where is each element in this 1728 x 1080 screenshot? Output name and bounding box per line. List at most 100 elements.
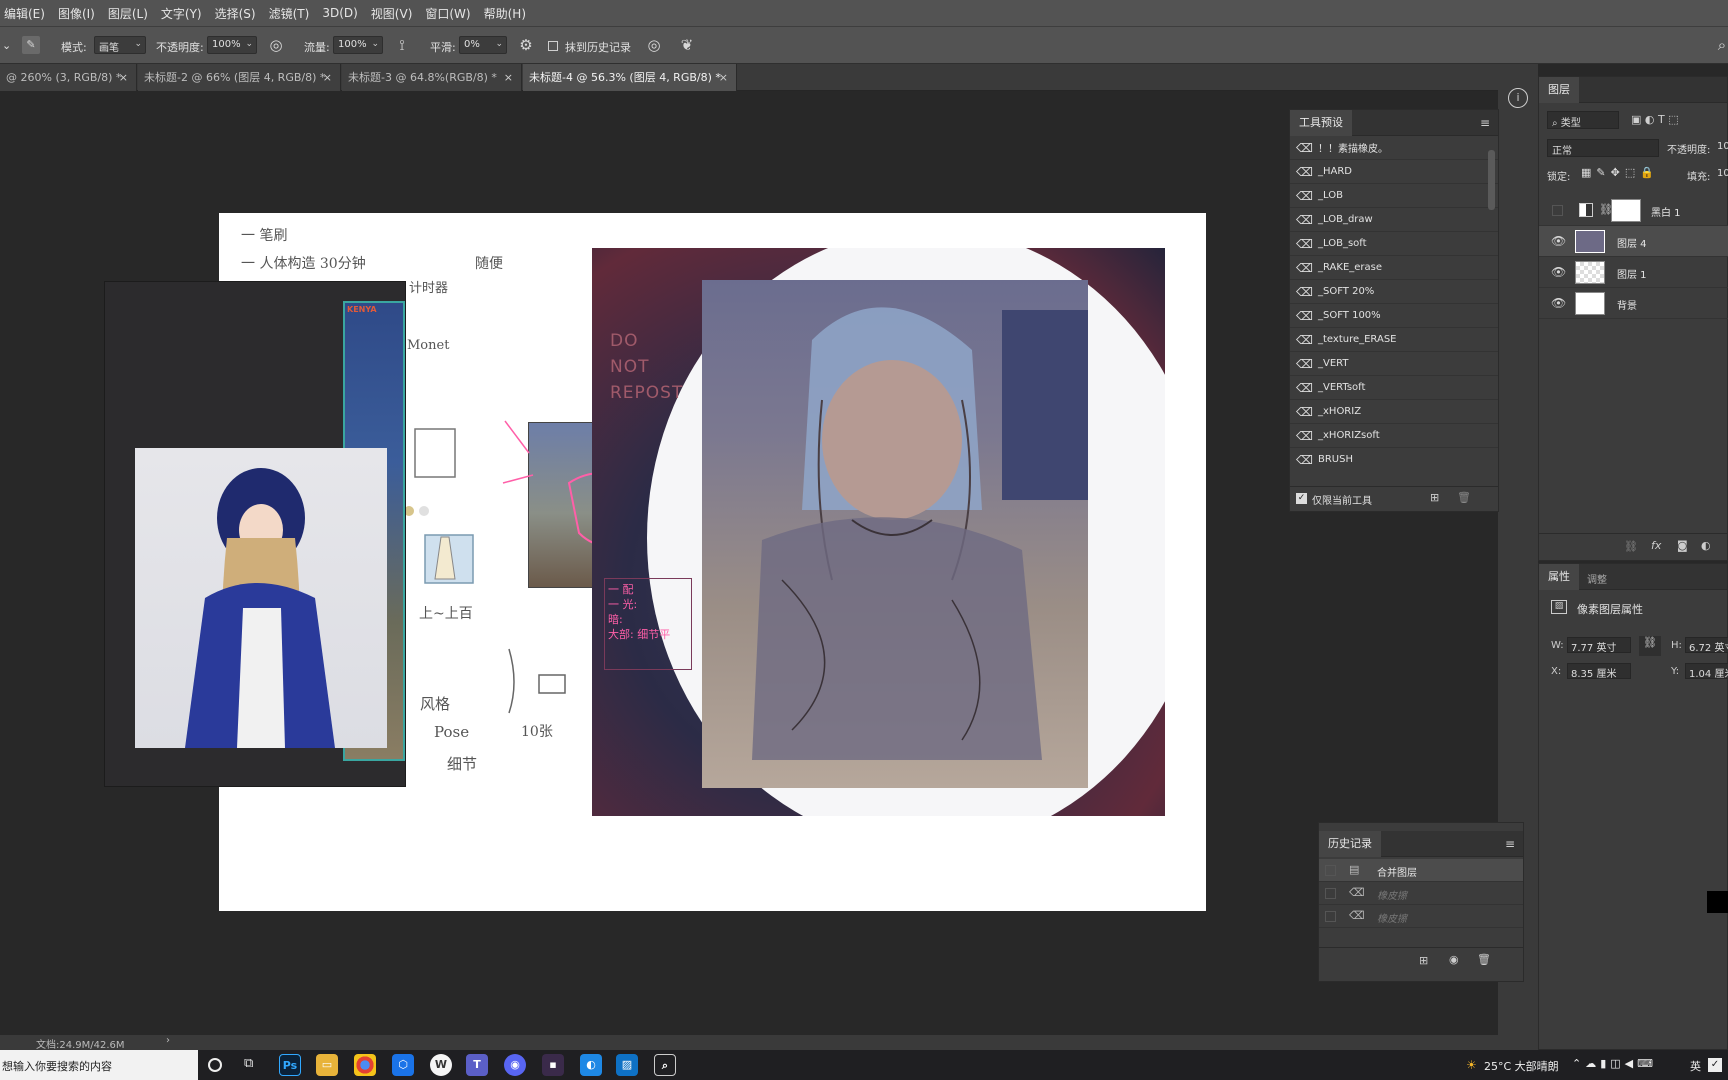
layer-row[interactable]: ⛓ 黑白 1: [1539, 195, 1728, 226]
search-icon[interactable]: ⌕: [1712, 35, 1728, 55]
history-checkbox[interactable]: [1325, 888, 1336, 899]
menu-window[interactable]: 窗口(W): [425, 5, 470, 22]
preset-item[interactable]: ⌫ _SOFT 100%: [1290, 304, 1498, 328]
close-icon[interactable]: ×: [719, 64, 728, 91]
camera-icon[interactable]: ◉: [1449, 953, 1459, 966]
menu-edit[interactable]: 编辑(E): [4, 5, 45, 22]
layer-row-selected[interactable]: 👁 图层 4: [1539, 226, 1728, 257]
mask-icon[interactable]: ◙: [1677, 539, 1688, 552]
menu-filter[interactable]: 滤镜(T): [269, 5, 310, 22]
pressure-size-icon[interactable]: ◎: [644, 35, 664, 55]
weather-text[interactable]: 25°C 大部晴朗: [1484, 1058, 1559, 1074]
trash-icon[interactable]: 🗑: [1457, 491, 1471, 504]
tab-doc-3[interactable]: 未标题-3 @ 64.8%(RGB/8) * ×: [342, 64, 522, 91]
preset-item[interactable]: ⌫ ！！素描橡皮。: [1290, 136, 1498, 160]
ime-indicator[interactable]: 英: [1690, 1058, 1701, 1074]
task-view-icon[interactable]: ⧉: [244, 1056, 253, 1071]
photoshop-icon[interactable]: Ps: [279, 1054, 301, 1076]
preset-item[interactable]: ⌫ _VERTsoft: [1290, 376, 1498, 400]
lock-icons[interactable]: ▦✎✥⬚🔒: [1581, 166, 1659, 179]
link-layers-icon[interactable]: ⛓: [1624, 540, 1638, 553]
app-search-icon[interactable]: ⌕: [654, 1054, 676, 1076]
opacity-input[interactable]: 100% ⌄: [207, 36, 257, 54]
layer-row[interactable]: 👁 图层 1: [1539, 257, 1728, 288]
x-input[interactable]: 8.35 厘米: [1567, 663, 1631, 680]
close-icon[interactable]: ×: [119, 64, 128, 91]
layer-filter-select[interactable]: ⌕ 类型: [1547, 111, 1619, 129]
close-icon[interactable]: ×: [504, 64, 513, 91]
adjustment-layer-icon[interactable]: ◐: [1701, 539, 1711, 552]
symmetry-icon[interactable]: ❦: [677, 35, 697, 55]
layer-row[interactable]: 👁 背景: [1539, 288, 1728, 319]
preset-item[interactable]: ⌫ _xHORIZ: [1290, 400, 1498, 424]
fill-value[interactable]: 10: [1717, 168, 1728, 179]
menu-image[interactable]: 图像(I): [58, 5, 95, 22]
notification-icon[interactable]: ✓: [1708, 1058, 1722, 1072]
smoothing-input[interactable]: 0% ⌄: [459, 36, 507, 54]
panel-menu-icon[interactable]: ≡: [1505, 837, 1515, 851]
eye-icon[interactable]: 👁: [1551, 296, 1566, 310]
menu-layer[interactable]: 图层(L): [108, 5, 148, 22]
tab-doc-2[interactable]: 未标题-2 @ 66% (图层 4, RGB/8) * ×: [138, 64, 341, 91]
menu-3d[interactable]: 3D(D): [322, 6, 357, 20]
layer-filter-icons[interactable]: ▣ ◐ T ⬚: [1631, 113, 1679, 126]
y-input[interactable]: 1.04 厘米: [1685, 663, 1728, 679]
flow-input[interactable]: 100% ⌄: [333, 36, 383, 54]
taskbar-search[interactable]: 想输入你要搜索的内容: [0, 1050, 198, 1080]
tab-doc-1[interactable]: @ 260% (3, RGB/8) * ×: [0, 64, 137, 91]
mode-select[interactable]: 画笔 ⌄: [94, 36, 146, 54]
gear-icon[interactable]: ⚙: [516, 35, 536, 55]
history-item[interactable]: ⌫ 橡皮擦: [1319, 882, 1523, 905]
close-icon[interactable]: ×: [323, 64, 332, 91]
app-icon[interactable]: ⬡: [392, 1054, 414, 1076]
preset-item[interactable]: ⌫ _texture_ERASE: [1290, 328, 1498, 352]
brush-preset-icon[interactable]: ✎: [22, 36, 40, 54]
preset-item[interactable]: ⌫ _HARD: [1290, 160, 1498, 184]
preset-item[interactable]: ⌫ BRUSH: [1290, 448, 1498, 467]
history-checkbox[interactable]: [1325, 865, 1336, 876]
layer-opacity-value[interactable]: 10: [1717, 141, 1728, 152]
tab-adjustments[interactable]: 调整: [1587, 571, 1607, 586]
chrome-icon[interactable]: [354, 1054, 376, 1076]
pressure-opacity-icon[interactable]: ◎: [266, 35, 286, 55]
app-w-icon[interactable]: W: [430, 1054, 452, 1076]
tool-presets-tab[interactable]: 工具预设: [1290, 110, 1352, 136]
history-item[interactable]: ▤ 合并图层: [1319, 859, 1523, 882]
link-icon[interactable]: ⛓: [1639, 636, 1661, 656]
preset-item[interactable]: ⌫ _LOB_soft: [1290, 232, 1498, 256]
tab-properties[interactable]: 属性: [1539, 564, 1579, 590]
w-input[interactable]: 7.77 英寸: [1567, 637, 1631, 654]
chevron-down-icon[interactable]: ⌄: [2, 39, 11, 52]
menu-view[interactable]: 视图(V): [371, 5, 413, 22]
menu-help[interactable]: 帮助(H): [484, 5, 526, 22]
current-only-checkbox[interactable]: ✓: [1296, 493, 1307, 504]
cortana-icon[interactable]: [208, 1058, 222, 1072]
visibility-toggle[interactable]: [1552, 205, 1563, 216]
preset-scrollbar[interactable]: [1488, 150, 1495, 210]
h-input[interactable]: 6.72 英寸: [1685, 637, 1728, 653]
history-tab[interactable]: 历史记录: [1319, 831, 1381, 857]
preset-item[interactable]: ⌫ _VERT: [1290, 352, 1498, 376]
main-illustration[interactable]: DO NOT REPOST 一 配 一 光: 暗: 大部: 细节平: [592, 248, 1165, 816]
discord-icon[interactable]: ◉: [504, 1054, 526, 1076]
app-blue-icon[interactable]: ◐: [580, 1054, 602, 1076]
airbrush-icon[interactable]: ⟟: [392, 35, 412, 55]
new-document-icon[interactable]: ⊞: [1419, 954, 1428, 967]
teams-icon[interactable]: T: [466, 1054, 488, 1076]
history-item[interactable]: ⌫ 橡皮擦: [1319, 905, 1523, 928]
tray-icons[interactable]: ⌃☁▮◫◀⌨: [1572, 1057, 1657, 1070]
blend-mode-select[interactable]: 正常: [1547, 139, 1659, 157]
file-explorer-icon[interactable]: ▭: [316, 1054, 338, 1076]
preset-item[interactable]: ⌫ _LOB_draw: [1290, 208, 1498, 232]
document-canvas[interactable]: 一 笔刷 一 人体构造 30分钟 随便 计时器 Monet 上~上百 风格 Po…: [104, 213, 1206, 911]
new-preset-icon[interactable]: ⊞: [1430, 491, 1439, 504]
panel-menu-icon[interactable]: ≡: [1480, 116, 1490, 130]
color-swatch[interactable]: [1707, 891, 1728, 913]
tab-doc-4[interactable]: 未标题-4 @ 56.3% (图层 4, RGB/8) * ×: [523, 64, 737, 91]
history-checkbox[interactable]: [1325, 911, 1336, 922]
menu-type[interactable]: 文字(Y): [161, 5, 202, 22]
trash-icon[interactable]: 🗑: [1477, 953, 1491, 966]
photos-icon[interactable]: ▨: [616, 1054, 638, 1076]
eye-icon[interactable]: 👁: [1551, 234, 1566, 248]
menu-select[interactable]: 选择(S): [215, 5, 256, 22]
